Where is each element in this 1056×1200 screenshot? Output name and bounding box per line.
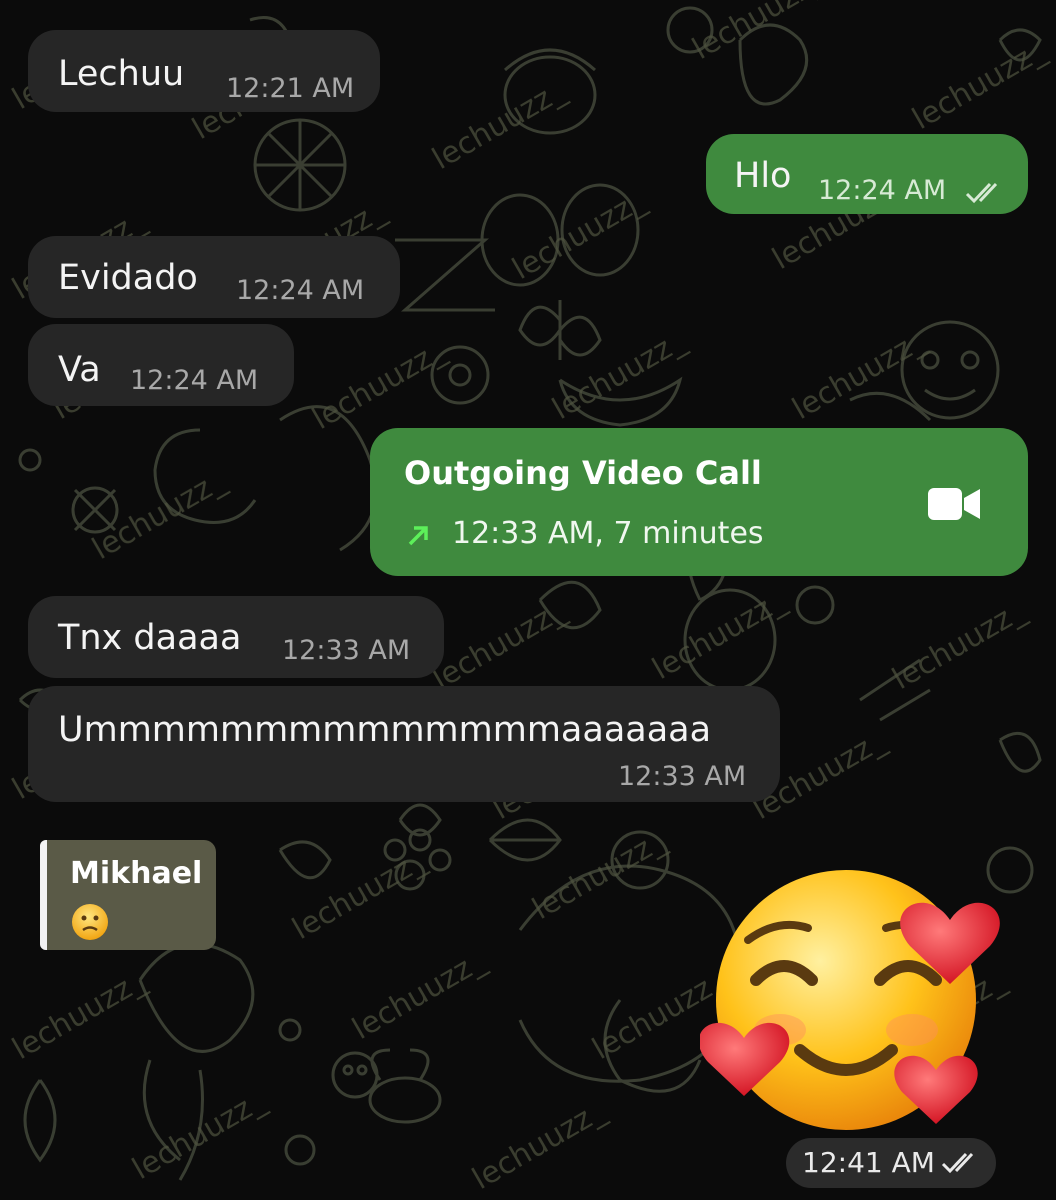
confused-face-icon	[72, 904, 108, 940]
message-time: 12:33 AM	[618, 761, 747, 792]
message-bubble-outgoing[interactable]: Hlo 12:24 AM	[706, 134, 1028, 214]
message-time: 12:24 AM	[236, 275, 365, 306]
message-text: Evidado	[58, 258, 198, 298]
smiling-face-with-hearts-icon[interactable]	[700, 860, 1000, 1130]
svg-text:lechuuzz_: lechuuzz_	[347, 943, 493, 1047]
svg-text:lechuuzz_: lechuuzz_	[7, 963, 153, 1067]
message-time: 12:41 AM	[802, 1146, 935, 1179]
message-bubble-incoming[interactable]: Va 12:24 AM	[28, 324, 294, 406]
reply-accent-bar	[40, 840, 47, 950]
message-time: 12:24 AM	[130, 365, 259, 396]
message-bubble-incoming[interactable]: Tnx daaaa 12:33 AM	[28, 596, 444, 678]
reply-preview[interactable]: Mikhael	[40, 840, 216, 950]
message-bubble-incoming[interactable]: Evidado 12:24 AM	[28, 236, 400, 318]
message-text: Tnx daaaa	[58, 618, 242, 658]
outgoing-arrow-icon	[408, 526, 428, 546]
svg-text:lechuuzz_: lechuuzz_	[527, 823, 673, 927]
message-text: Lechuu	[58, 54, 185, 94]
svg-text:lechuuzz_: lechuuzz_	[427, 73, 573, 177]
double-check-icon	[965, 182, 998, 204]
reply-sender-name: Mikhael	[70, 856, 203, 891]
message-time: 12:33 AM	[282, 635, 411, 666]
svg-text:lechuuzz_: lechuuzz_	[547, 323, 693, 427]
call-title: Outgoing Video Call	[404, 454, 762, 492]
call-detail: 12:33 AM, 7 minutes	[452, 516, 764, 551]
video-camera-icon[interactable]	[926, 486, 982, 522]
svg-text:lechuuzz_: lechuuzz_	[787, 323, 933, 427]
video-call-bubble[interactable]: Outgoing Video Call 12:33 AM, 7 minutes	[370, 428, 1028, 576]
svg-text:lechuuzz_: lechuuzz_	[87, 463, 233, 567]
message-bubble-incoming[interactable]: Ummmmmmmmmmmmmmaaaaaaa 12:33 AM	[28, 686, 780, 802]
svg-text:lechuuzz_: lechuuzz_	[307, 333, 453, 437]
svg-text:lechuuzz_: lechuuzz_	[127, 1083, 273, 1187]
svg-text:lechuuzz_: lechuuzz_	[287, 843, 433, 947]
svg-text:lechuuzz_: lechuuzz_	[467, 1093, 613, 1197]
sticker-time-pill: 12:41 AM	[786, 1138, 996, 1188]
message-bubble-incoming[interactable]: Lechuu 12:21 AM	[28, 30, 380, 112]
svg-text:lechuuzz_: lechuuzz_	[427, 593, 573, 697]
message-text: Hlo	[734, 156, 792, 196]
message-time: 12:24 AM	[818, 175, 947, 206]
svg-text:lechuuzz_: lechuuzz_	[507, 183, 653, 287]
svg-text:lechuuzz_: lechuuzz_	[647, 583, 793, 687]
svg-text:lechuuzz_: lechuuzz_	[687, 0, 833, 67]
message-text: Va	[58, 350, 101, 390]
svg-text:lechuuzz_: lechuuzz_	[907, 33, 1053, 137]
svg-text:lechuuzz_: lechuuzz_	[887, 593, 1033, 697]
message-text: Ummmmmmmmmmmmmmaaaaaaa	[58, 710, 712, 750]
double-check-icon	[941, 1152, 974, 1174]
message-time: 12:21 AM	[226, 73, 355, 104]
